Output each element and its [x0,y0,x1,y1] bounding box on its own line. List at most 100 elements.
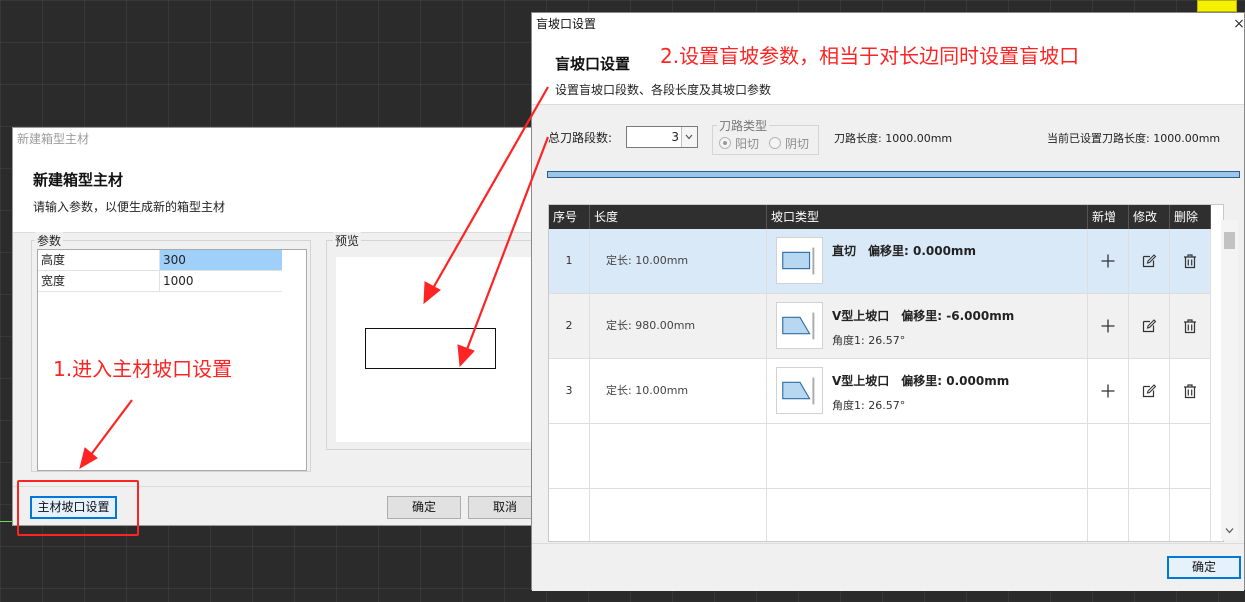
table-header-cell: 新增 [1088,205,1129,229]
edit-icon[interactable] [1141,318,1157,334]
row-bevel-type: V型上坡口 偏移里: 0.000mm [832,374,1010,388]
preview-group-label: 预览 [333,232,362,249]
param-name: 宽度 [38,271,160,291]
blind-bevel-dialog: 盲坡口设置 × 盲坡口设置 设置盲坡口段数、各段长度及其坡口参数 总刀路段数: … [531,12,1245,591]
left-dialog-subheading: 请输入参数，以便生成新的箱型主材 [33,200,226,214]
table-cell [549,424,590,488]
trash-icon[interactable] [1182,318,1198,334]
radio-negative-label: 阴切 [785,137,810,151]
annotation-step1: 1.进入主材坡口设置 [53,357,233,381]
trash-cell[interactable] [1170,294,1211,358]
segments-table: 序号 长度 坡口类型 新增 修改 删除 1 定长: 10.00mm 直切 偏移里: 0.000m… [548,204,1224,542]
scroll-down-icon[interactable] [1225,526,1234,535]
radio-circle [769,137,781,149]
edit-cell[interactable] [1129,294,1170,358]
v-bevel-thumbnail [776,367,823,414]
row-seq: 3 [549,359,590,423]
right-dialog-titlebar: 盲坡口设置 [532,13,1244,35]
left-dialog-heading: 新建箱型主材 [33,171,124,189]
straight-cut-thumbnail [776,237,823,284]
trash-icon[interactable] [1182,253,1198,269]
table-scrollbar[interactable] [1221,220,1238,540]
total-segments-value[interactable]: 3 [627,127,681,147]
length-progress-bar [547,171,1240,178]
row-length: 定长: 10.00mm [590,359,767,423]
table-row[interactable]: 1 定长: 10.00mm 直切 偏移里: 0.000mm [549,229,1211,294]
new-box-material-dialog: 新建箱型主材 新建箱型主材 请输入参数，以便生成新的箱型主材 参数 高度 300 宽… [12,127,542,526]
annotation-step2: 2.设置盲坡参数，相当于对长边同时设置盲坡口 [660,44,1080,68]
close-icon[interactable]: × [1232,15,1245,33]
table-row-empty [549,424,1211,489]
table-cell [1170,489,1211,541]
path-length-text: 刀路长度: 1000.00mm [834,132,953,145]
row-bevel-type: V型上坡口 偏移里: -6.000mm [832,309,1015,323]
row-length: 定长: 980.00mm [590,294,767,358]
table-cell [1129,424,1170,488]
path-type-label: 刀路类型 [717,117,770,134]
total-segments-stepper[interactable]: 3 [626,126,698,148]
preview-box-shape [365,328,496,369]
length-progress-fill [548,172,1239,177]
row-bevel-angle: 角度1: 26.57° [832,334,906,347]
trash-icon[interactable] [1182,383,1198,399]
table-row-empty [549,489,1211,541]
row-seq: 1 [549,229,590,293]
table-header-cell: 修改 [1129,205,1170,229]
scrollbar-thumb[interactable] [1224,232,1235,249]
params-group-label: 参数 [35,232,64,249]
cad-yellow-block [1197,0,1237,12]
plus-icon[interactable] [1100,318,1116,334]
table-cell: V型上坡口 偏移里: -6.000mm 角度1: 26.57° [767,294,1088,358]
plus-cell[interactable] [1088,359,1129,423]
table-cell [1088,424,1129,488]
table-row[interactable]: 2 定长: 980.00mm V型上坡口 偏移里: -6.000mm 角度1: 26.… [549,294,1211,359]
edit-icon[interactable] [1141,383,1157,399]
param-value-input[interactable]: 300 [160,250,282,270]
total-segments-label: 总刀路段数: [548,131,613,145]
plus-icon[interactable] [1100,383,1116,399]
edit-cell[interactable] [1129,229,1170,293]
table-cell [590,489,767,541]
param-name: 高度 [38,250,160,270]
right-dialog-footer [532,543,1244,591]
radio-positive-label: 阳切 [735,137,760,151]
radio-circle [719,137,731,149]
current-length-text: 当前已设置刀路长度: 1000.00mm [1047,132,1221,145]
table-cell [767,424,1088,488]
table-cell [590,424,767,488]
right-dialog-subheading: 设置盲坡口段数、各段长度及其坡口参数 [555,83,772,97]
param-row[interactable]: 宽度 1000 [38,271,282,292]
table-cell [1170,424,1211,488]
radio-selected-dot [723,141,727,145]
plus-cell[interactable] [1088,229,1129,293]
row-bevel-type: 直切 偏移里: 0.000mm [832,244,976,258]
plus-cell[interactable] [1088,294,1129,358]
left-dialog-titlebar: 新建箱型主材 [13,128,541,151]
table-cell: 直切 偏移里: 0.000mm [767,229,1088,293]
trash-cell[interactable] [1170,229,1211,293]
left-ok-button[interactable]: 确定 [387,496,461,519]
table-cell [549,489,590,541]
edit-icon[interactable] [1141,253,1157,269]
table-cell: V型上坡口 偏移里: 0.000mm 角度1: 26.57° [767,359,1088,423]
table-header-cell: 长度 [590,205,767,229]
segments-dropdown-button[interactable] [681,127,697,147]
v-bevel-thumbnail [776,302,823,349]
table-header-cell: 删除 [1170,205,1211,229]
table-cell [1129,489,1170,541]
row-length: 定长: 10.00mm [590,229,767,293]
table-header-cell: 坡口类型 [767,205,1088,229]
chevron-down-icon [685,134,693,140]
left-dialog-header: 新建箱型主材 请输入参数，以便生成新的箱型主材 [13,151,541,233]
table-row[interactable]: 3 定长: 10.00mm V型上坡口 偏移里: 0.000mm 角度1: 26.57… [549,359,1211,424]
trash-cell[interactable] [1170,359,1211,423]
edit-cell[interactable] [1129,359,1170,423]
param-value-input[interactable]: 1000 [160,271,282,291]
row-seq: 2 [549,294,590,358]
param-row[interactable]: 高度 300 [38,250,282,271]
plus-icon[interactable] [1100,253,1116,269]
right-dialog-heading: 盲坡口设置 [555,55,631,73]
table-header-cell: 序号 [549,205,590,229]
right-ok-button[interactable]: 确定 [1167,556,1241,579]
row-bevel-angle: 角度1: 26.57° [832,399,906,412]
